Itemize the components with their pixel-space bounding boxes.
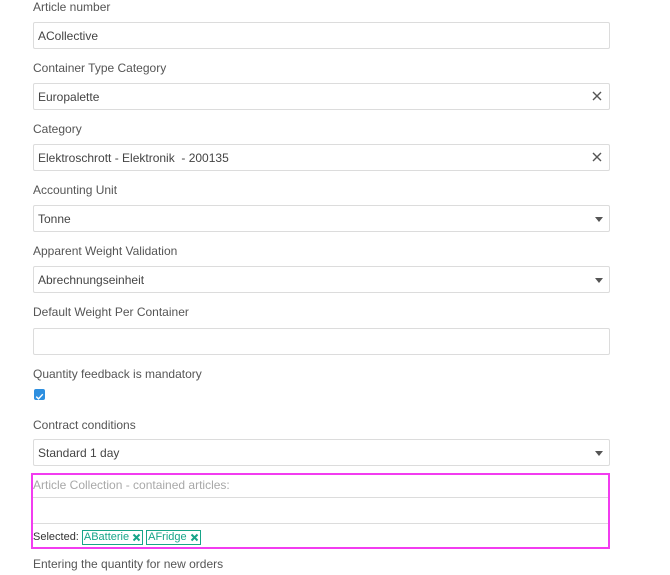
article-collection-input[interactable]	[33, 497, 608, 524]
selected-articles-row: Selected: ABatterie AFridge	[33, 529, 201, 545]
selected-tag-label: AFridge	[148, 530, 187, 543]
close-icon[interactable]	[190, 533, 199, 542]
accounting-unit-select[interactable]: Tonne	[33, 205, 610, 232]
quantity-entry-label: Entering the quantity for new orders	[33, 557, 224, 571]
article-collection-label: Article Collection - contained articles:	[33, 478, 230, 492]
apparent-weight-validation-select[interactable]: Abrechnungseinheit	[33, 266, 610, 293]
container-type-category-select[interactable]: Europalette	[33, 83, 610, 110]
contract-conditions-select[interactable]: Standard 1 day	[33, 439, 610, 466]
check-icon	[35, 393, 44, 400]
accounting-unit-value: Tonne	[38, 212, 71, 226]
close-icon[interactable]	[591, 151, 603, 163]
quantity-feedback-checkbox[interactable]	[34, 389, 45, 400]
article-number-field[interactable]: ACollective	[33, 22, 610, 49]
category-label: Category	[33, 122, 82, 136]
category-value: Elektroschrott - Elektronik - 200135	[38, 151, 229, 165]
selected-tag-label: ABatterie	[83, 530, 130, 543]
contract-conditions-value: Standard 1 day	[38, 446, 120, 460]
quantity-feedback-label: Quantity feedback is mandatory	[33, 367, 202, 381]
selected-label: Selected:	[33, 531, 79, 543]
default-weight-input[interactable]	[33, 328, 610, 355]
chevron-down-icon[interactable]	[595, 451, 603, 456]
accounting-unit-label: Accounting Unit	[33, 183, 118, 197]
apparent-weight-validation-value: Abrechnungseinheit	[38, 273, 145, 287]
category-select[interactable]: Elektroschrott - Elektronik - 200135	[33, 144, 610, 171]
default-weight-label: Default Weight Per Container	[33, 305, 189, 319]
article-number-label: Article number	[33, 0, 111, 14]
selected-tag: ABatterie	[81, 529, 144, 545]
apparent-weight-validation-label: Apparent Weight Validation	[33, 244, 178, 258]
container-type-category-value: Europalette	[38, 90, 100, 104]
container-type-category-label: Container Type Category	[33, 61, 167, 75]
article-number-value: ACollective	[38, 29, 99, 43]
chevron-down-icon[interactable]	[595, 217, 603, 222]
selected-tag: AFridge	[146, 529, 201, 545]
close-icon[interactable]	[591, 90, 603, 102]
close-icon[interactable]	[132, 533, 141, 542]
contract-conditions-label: Contract conditions	[33, 418, 136, 432]
chevron-down-icon[interactable]	[595, 278, 603, 283]
